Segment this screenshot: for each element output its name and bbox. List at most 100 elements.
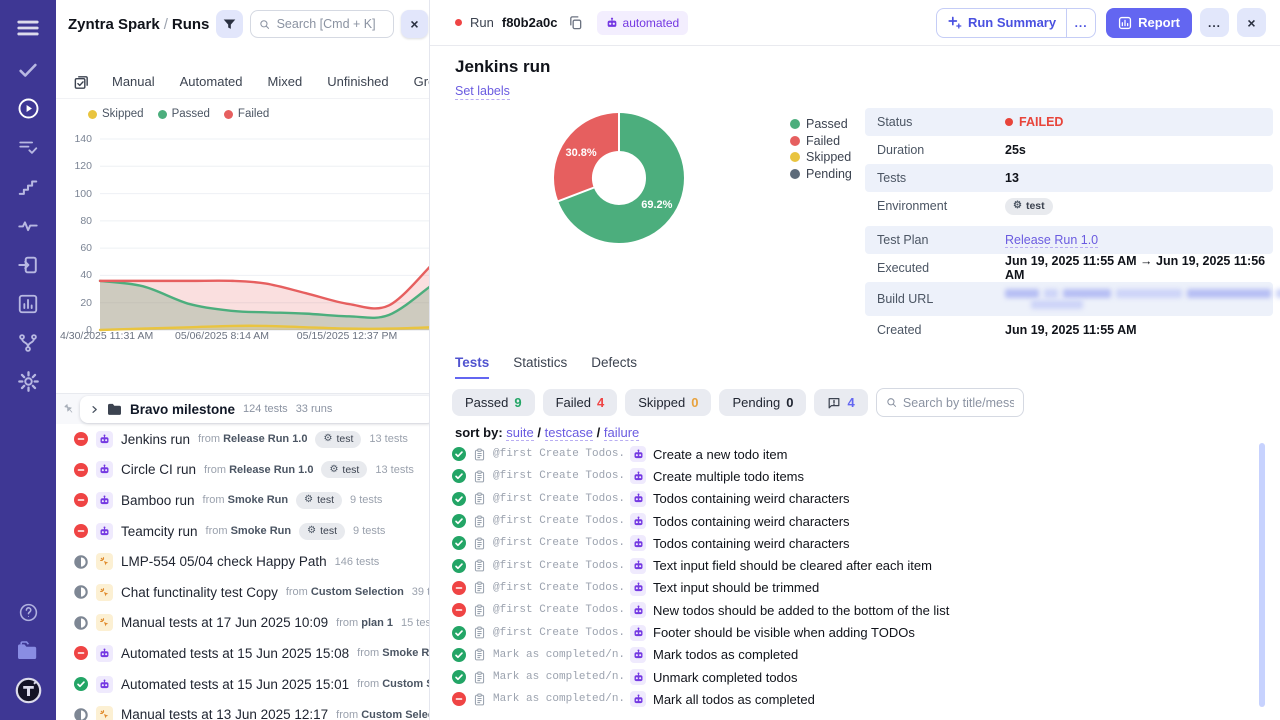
test-row[interactable]: @first Create Todos...Todos containing w…: [452, 488, 1264, 510]
tab-statistics[interactable]: Statistics: [513, 355, 567, 379]
test-row[interactable]: Mark as completed/n...Unmark completed t…: [452, 666, 1264, 688]
more-actions-button[interactable]: ...: [1200, 8, 1229, 37]
test-row[interactable]: @first Create Todos...Text input field s…: [452, 554, 1264, 576]
robot-icon: [633, 560, 644, 571]
donut-legend-skipped: Skipped: [790, 149, 852, 166]
test-row[interactable]: Mark as completed/n...Mark all todos as …: [452, 688, 1264, 710]
filter-chip-failed[interactable]: Failed4: [543, 389, 618, 416]
tab-defects[interactable]: Defects: [591, 355, 637, 379]
passed-icon: [452, 492, 466, 506]
manual-click-icon: [99, 617, 110, 628]
robot-icon: [99, 464, 110, 475]
app-logo[interactable]: [0, 671, 56, 710]
x-axis-tick: 4/30/2025 11:31 AM: [60, 330, 153, 342]
chevron-right-icon[interactable]: [90, 405, 99, 414]
runs-icon[interactable]: [0, 89, 56, 128]
global-search-input[interactable]: [250, 10, 394, 38]
run-row[interactable]: Automated tests at 15 Jun 2025 15:08from…: [56, 638, 429, 669]
clipboard-icon: [473, 470, 486, 483]
help-icon[interactable]: [0, 593, 56, 632]
tab-groups[interactable]: Groups: [414, 74, 430, 89]
test-row[interactable]: @first Create Todos...Todos containing w…: [452, 532, 1264, 554]
menu-icon[interactable]: [0, 6, 56, 50]
test-row[interactable]: @first Create Todos...New todos should b…: [452, 599, 1264, 621]
failed-icon: [452, 692, 466, 706]
robot-icon: [633, 582, 644, 593]
filter-chip-skipped[interactable]: Skipped0: [625, 389, 711, 416]
filter-chip-passed[interactable]: Passed9: [452, 389, 535, 416]
test-plan-link[interactable]: Release Run 1.0: [1005, 233, 1098, 248]
import-icon[interactable]: [0, 245, 56, 284]
clipboard-icon: [473, 604, 486, 617]
tests-icon[interactable]: [0, 50, 56, 89]
header-actions: Run Summary ... Report ... ×: [936, 8, 1266, 38]
run-detail-body: Jenkins run Set labels 69.2%30.8% Passed…: [430, 46, 1280, 720]
run-row[interactable]: Automated tests at 15 Jun 2025 15:01from…: [56, 669, 429, 700]
sort-link-testcase[interactable]: testcase: [545, 425, 593, 441]
detail-value: Jun 19, 2025 11:55 AM → Jun 19, 2025 11:…: [1005, 254, 1273, 282]
tests-scrollbar[interactable]: [1259, 443, 1265, 707]
tab-mixed[interactable]: Mixed: [268, 74, 303, 89]
automated-type-icon: [96, 431, 113, 448]
tests-search-input[interactable]: [876, 388, 1024, 417]
projects-icon[interactable]: [0, 632, 56, 671]
comments-filter-chip[interactable]: 4: [814, 389, 867, 416]
sort-link-suite[interactable]: suite: [506, 425, 533, 441]
filter-button[interactable]: [216, 10, 243, 38]
run-row[interactable]: Manual tests at 17 Jun 2025 10:09from pl…: [56, 608, 429, 639]
select-all-icon[interactable]: [73, 74, 90, 91]
search-icon: [259, 18, 270, 31]
detail-row-created: CreatedJun 19, 2025 11:55 AM: [865, 316, 1273, 344]
failed-icon: [74, 524, 88, 538]
manual-type-icon: [96, 614, 113, 631]
run-row[interactable]: Chat functinality test Copyfrom Custom S…: [56, 577, 429, 608]
automated-test-icon: [630, 491, 646, 507]
milestone-row[interactable]: Bravo milestone 124 tests 33 runs: [80, 396, 430, 423]
failed-icon: [452, 581, 466, 595]
detail-label: Build URL: [865, 292, 1005, 306]
run-row[interactable]: Manual tests at 13 Jun 2025 12:17from Cu…: [56, 699, 429, 720]
project-name[interactable]: Zyntra Spark: [68, 16, 160, 33]
test-row[interactable]: @first Create Todos...Text input should …: [452, 577, 1264, 599]
tab-tests[interactable]: Tests: [455, 355, 489, 379]
failed-color-dot: [790, 136, 800, 146]
run-summary-more-button[interactable]: ...: [1066, 9, 1095, 37]
set-labels-link[interactable]: Set labels: [455, 84, 510, 100]
run-summary-button[interactable]: Run Summary: [937, 9, 1066, 37]
tab-unfinished[interactable]: Unfinished: [327, 74, 388, 89]
copy-run-id-button[interactable]: [566, 13, 585, 32]
test-row[interactable]: @first Create Todos...Footer should be v…: [452, 621, 1264, 643]
branches-icon[interactable]: [0, 323, 56, 362]
test-suite-name: Mark as completed/n...: [493, 671, 623, 683]
run-row[interactable]: Circle CI runfrom Release Run 1.0⚙test13…: [56, 455, 429, 486]
plans-icon[interactable]: [0, 128, 56, 167]
test-row[interactable]: @first Create Todos...Create multiple to…: [452, 465, 1264, 487]
test-row[interactable]: @first Create Todos...Todos containing w…: [452, 510, 1264, 532]
tests-search-field[interactable]: [903, 396, 1014, 410]
run-row[interactable]: LMP-554 05/04 check Happy Path146 tests: [56, 546, 429, 577]
filter-chip-pending[interactable]: Pending0: [719, 389, 806, 416]
reports-icon[interactable]: [0, 284, 56, 323]
settings-icon[interactable]: [0, 362, 56, 401]
sort-link-failure[interactable]: failure: [604, 425, 639, 441]
report-button[interactable]: Report: [1106, 8, 1192, 38]
test-row[interactable]: Mark as completed/n...Mark todos as comp…: [452, 644, 1264, 666]
close-detail-button[interactable]: ×: [1237, 8, 1266, 37]
run-row[interactable]: Jenkins runfrom Release Run 1.0⚙test13 t…: [56, 424, 429, 455]
run-row[interactable]: Teamcity runfrom Smoke Run⚙test9 tests: [56, 516, 429, 547]
automated-type-icon: [96, 461, 113, 478]
clipboard-icon: [473, 559, 486, 572]
global-search-field[interactable]: [277, 17, 385, 31]
tab-manual[interactable]: Manual: [112, 74, 155, 89]
test-row[interactable]: @first Create Todos...Create a new todo …: [452, 443, 1264, 465]
tab-automated[interactable]: Automated: [180, 74, 243, 89]
steps-icon[interactable]: [0, 167, 56, 206]
activity-icon[interactable]: [0, 206, 56, 245]
environment-label: test: [320, 525, 337, 537]
neutral-status-icon: [74, 585, 88, 599]
passed-icon: [452, 670, 466, 684]
run-row[interactable]: Bamboo runfrom Smoke Run⚙test9 tests: [56, 485, 429, 516]
automated-badge: automated: [597, 11, 689, 35]
legend-label: Failed: [238, 108, 269, 120]
close-panel-button[interactable]: ×: [401, 10, 428, 38]
